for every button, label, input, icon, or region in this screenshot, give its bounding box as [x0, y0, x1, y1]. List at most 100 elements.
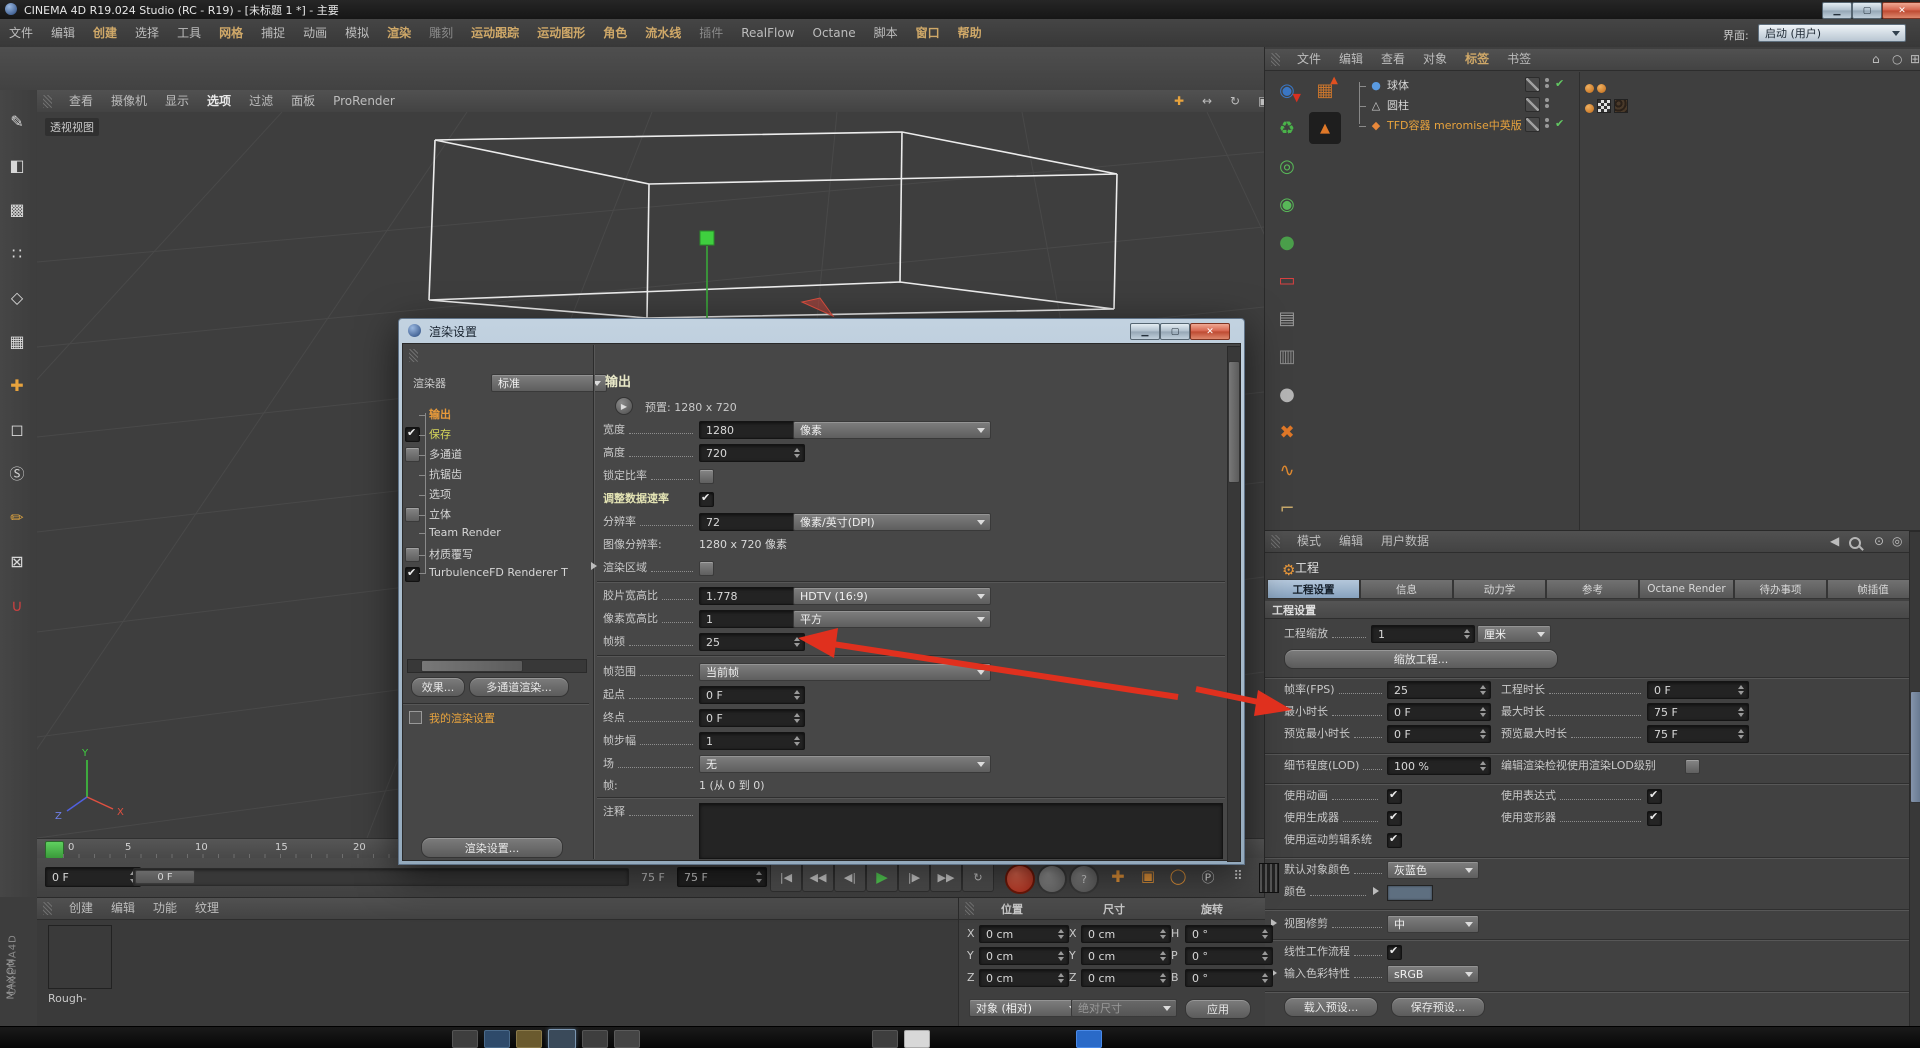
viewport-menu-prorender[interactable]: ProRender: [324, 90, 404, 112]
material-override-checkbox[interactable]: [405, 547, 420, 562]
pixel-aspect-field[interactable]: 1: [699, 610, 805, 628]
dialog-close-button[interactable]: ✕: [1190, 323, 1230, 340]
pyro-emitter-icon[interactable]: ▦▲: [1309, 74, 1341, 106]
mat-menu-create[interactable]: 创建: [60, 898, 102, 919]
tab-frame-interpolation[interactable]: 帧插值: [1827, 579, 1919, 599]
menu-simulate[interactable]: 模拟: [336, 19, 378, 47]
tree-item-options[interactable]: 选项: [419, 486, 451, 502]
use-expressions-checkbox[interactable]: [1647, 789, 1662, 804]
project-duration-field[interactable]: 0 F: [1647, 681, 1749, 699]
rot-b-field[interactable]: 0 °: [1185, 969, 1273, 987]
film-aspect-field[interactable]: 1.778: [699, 587, 805, 605]
am-back-icon[interactable]: ◀: [1821, 531, 1848, 552]
om-add-icon[interactable]: ⊞: [1901, 49, 1920, 70]
preview-min-field[interactable]: 0 F: [1387, 725, 1491, 743]
pos-z-field[interactable]: 0 cm: [979, 969, 1069, 987]
render-region-expand-icon[interactable]: [591, 562, 601, 570]
enabled-check-icon[interactable]: ✔: [1555, 117, 1564, 130]
render-lod-checkbox[interactable]: [1685, 759, 1700, 774]
viewclip-select[interactable]: 中: [1387, 915, 1479, 933]
attribute-scrollbar-thumb[interactable]: [1910, 691, 1920, 803]
visibility-toggle[interactable]: [1525, 117, 1540, 132]
lock-workplane-icon[interactable]: ⊠: [0, 544, 34, 578]
size-mode-select[interactable]: 绝对尺寸: [1071, 999, 1177, 1017]
next-frame-icon[interactable]: |▶: [898, 862, 930, 892]
om-menu-file[interactable]: 文件: [1288, 49, 1330, 70]
pos-y-field[interactable]: 0 cm: [979, 947, 1069, 965]
material-name[interactable]: Rough-: [48, 992, 87, 1005]
am-menu-mode[interactable]: 模式: [1288, 531, 1330, 552]
editor-render-dots[interactable]: [1545, 98, 1549, 110]
start-frame-field[interactable]: 0 F: [699, 686, 805, 704]
turbulencefd-checkbox[interactable]: [405, 567, 420, 582]
enabled-check-icon[interactable]: ✔: [1555, 77, 1564, 90]
apply-button[interactable]: 应用: [1185, 999, 1251, 1019]
viewport-menu-display[interactable]: 显示: [156, 90, 198, 112]
render-region-icon[interactable]: ▭: [1271, 264, 1303, 296]
menu-edit[interactable]: 编辑: [42, 19, 84, 47]
taskbar-icon[interactable]: [1076, 1030, 1102, 1048]
menu-snap[interactable]: 捕捉: [252, 19, 294, 47]
timeline-scrubber[interactable]: [45, 841, 64, 859]
tree-item-multipass[interactable]: 多通道: [419, 446, 462, 462]
lod-field[interactable]: 100 %: [1387, 757, 1491, 775]
pixel-aspect-select[interactable]: 平方: [793, 610, 991, 628]
visibility-toggle[interactable]: [1525, 77, 1540, 92]
gray-sphere-icon[interactable]: ●: [1271, 378, 1303, 410]
viewport-solo-icon[interactable]: ◻: [0, 412, 34, 446]
menu-mesh[interactable]: 网格: [210, 19, 252, 47]
taskbar-icon-active[interactable]: [548, 1029, 576, 1048]
play-icon[interactable]: ▶: [866, 862, 898, 892]
viewport-menu-options[interactable]: 选项: [198, 90, 240, 112]
viewport-menu-view[interactable]: 查看: [60, 90, 102, 112]
default-color-select[interactable]: 灰蓝色: [1387, 861, 1479, 879]
dialog-vscrollbar-thumb[interactable]: [1228, 361, 1240, 483]
min-time-field[interactable]: 0 F: [1387, 703, 1491, 721]
sphere-grid-icon[interactable]: ◉: [1271, 188, 1303, 220]
tree-item-antialiasing[interactable]: 抗锯齿: [419, 466, 462, 482]
am-search-icon[interactable]: [1849, 537, 1861, 549]
color-expand-icon[interactable]: [1373, 887, 1383, 895]
preview-max-field[interactable]: 75 F: [1647, 725, 1749, 743]
width-unit-select[interactable]: 像素: [793, 421, 991, 439]
save-preset-button[interactable]: 保存预设...: [1391, 997, 1485, 1017]
stereo-checkbox[interactable]: [405, 507, 420, 522]
viewport-menu-camera[interactable]: 摄像机: [102, 90, 156, 112]
recycle-icon[interactable]: ♻: [1271, 112, 1303, 144]
tree-hscrollbar-thumb[interactable]: [421, 660, 523, 672]
menu-realflow[interactable]: RealFlow: [732, 19, 803, 47]
object-row-cylinder[interactable]: △圆柱: [1353, 94, 1920, 114]
editor-render-dots[interactable]: [1545, 78, 1549, 90]
lock-ratio-checkbox[interactable]: [699, 469, 714, 484]
taskbar-icon[interactable]: [872, 1030, 898, 1048]
panel-grip[interactable]: [43, 95, 52, 108]
paint-icon[interactable]: ✏: [0, 500, 34, 534]
material-thumbnail[interactable]: [48, 925, 112, 989]
maximize-button[interactable]: ▢: [1852, 2, 1882, 19]
menu-select[interactable]: 选择: [126, 19, 168, 47]
tree-item-stereo[interactable]: 立体: [419, 506, 451, 522]
prev-key-icon[interactable]: ◀◀: [802, 862, 834, 892]
menu-file[interactable]: 文件: [0, 19, 42, 47]
end-frame-field[interactable]: 0 F: [699, 709, 805, 727]
fps-field[interactable]: 25: [1387, 681, 1491, 699]
taskbar-icon[interactable]: [516, 1030, 542, 1048]
max-frame-field[interactable]: 75 F: [677, 867, 767, 887]
viewport-pan-icon[interactable]: ✚: [1165, 90, 1193, 112]
frame-range-select[interactable]: 当前帧: [699, 663, 991, 681]
frame-step-field[interactable]: 1: [699, 732, 805, 750]
ruler-icon[interactable]: ⌐: [1271, 492, 1303, 524]
view-label[interactable]: 透视视图: [45, 118, 99, 136]
menu-character[interactable]: 角色: [594, 19, 636, 47]
max-time-field[interactable]: 75 F: [1647, 703, 1749, 721]
menu-plugins[interactable]: 插件: [690, 19, 732, 47]
taskbar-icon[interactable]: [452, 1030, 478, 1048]
model-mode-icon[interactable]: ◧: [0, 148, 34, 182]
size-x-field[interactable]: 0 cm: [1081, 925, 1171, 943]
snap-icon[interactable]: ∪: [0, 588, 34, 622]
menu-window[interactable]: 窗口: [907, 19, 949, 47]
tree-item-turbulencefd[interactable]: TurbulenceFD Renderer T: [419, 566, 568, 579]
renderer-select[interactable]: 标准: [491, 374, 607, 392]
menu-octane[interactable]: Octane: [804, 19, 865, 47]
editor-render-dots[interactable]: [1545, 118, 1549, 130]
